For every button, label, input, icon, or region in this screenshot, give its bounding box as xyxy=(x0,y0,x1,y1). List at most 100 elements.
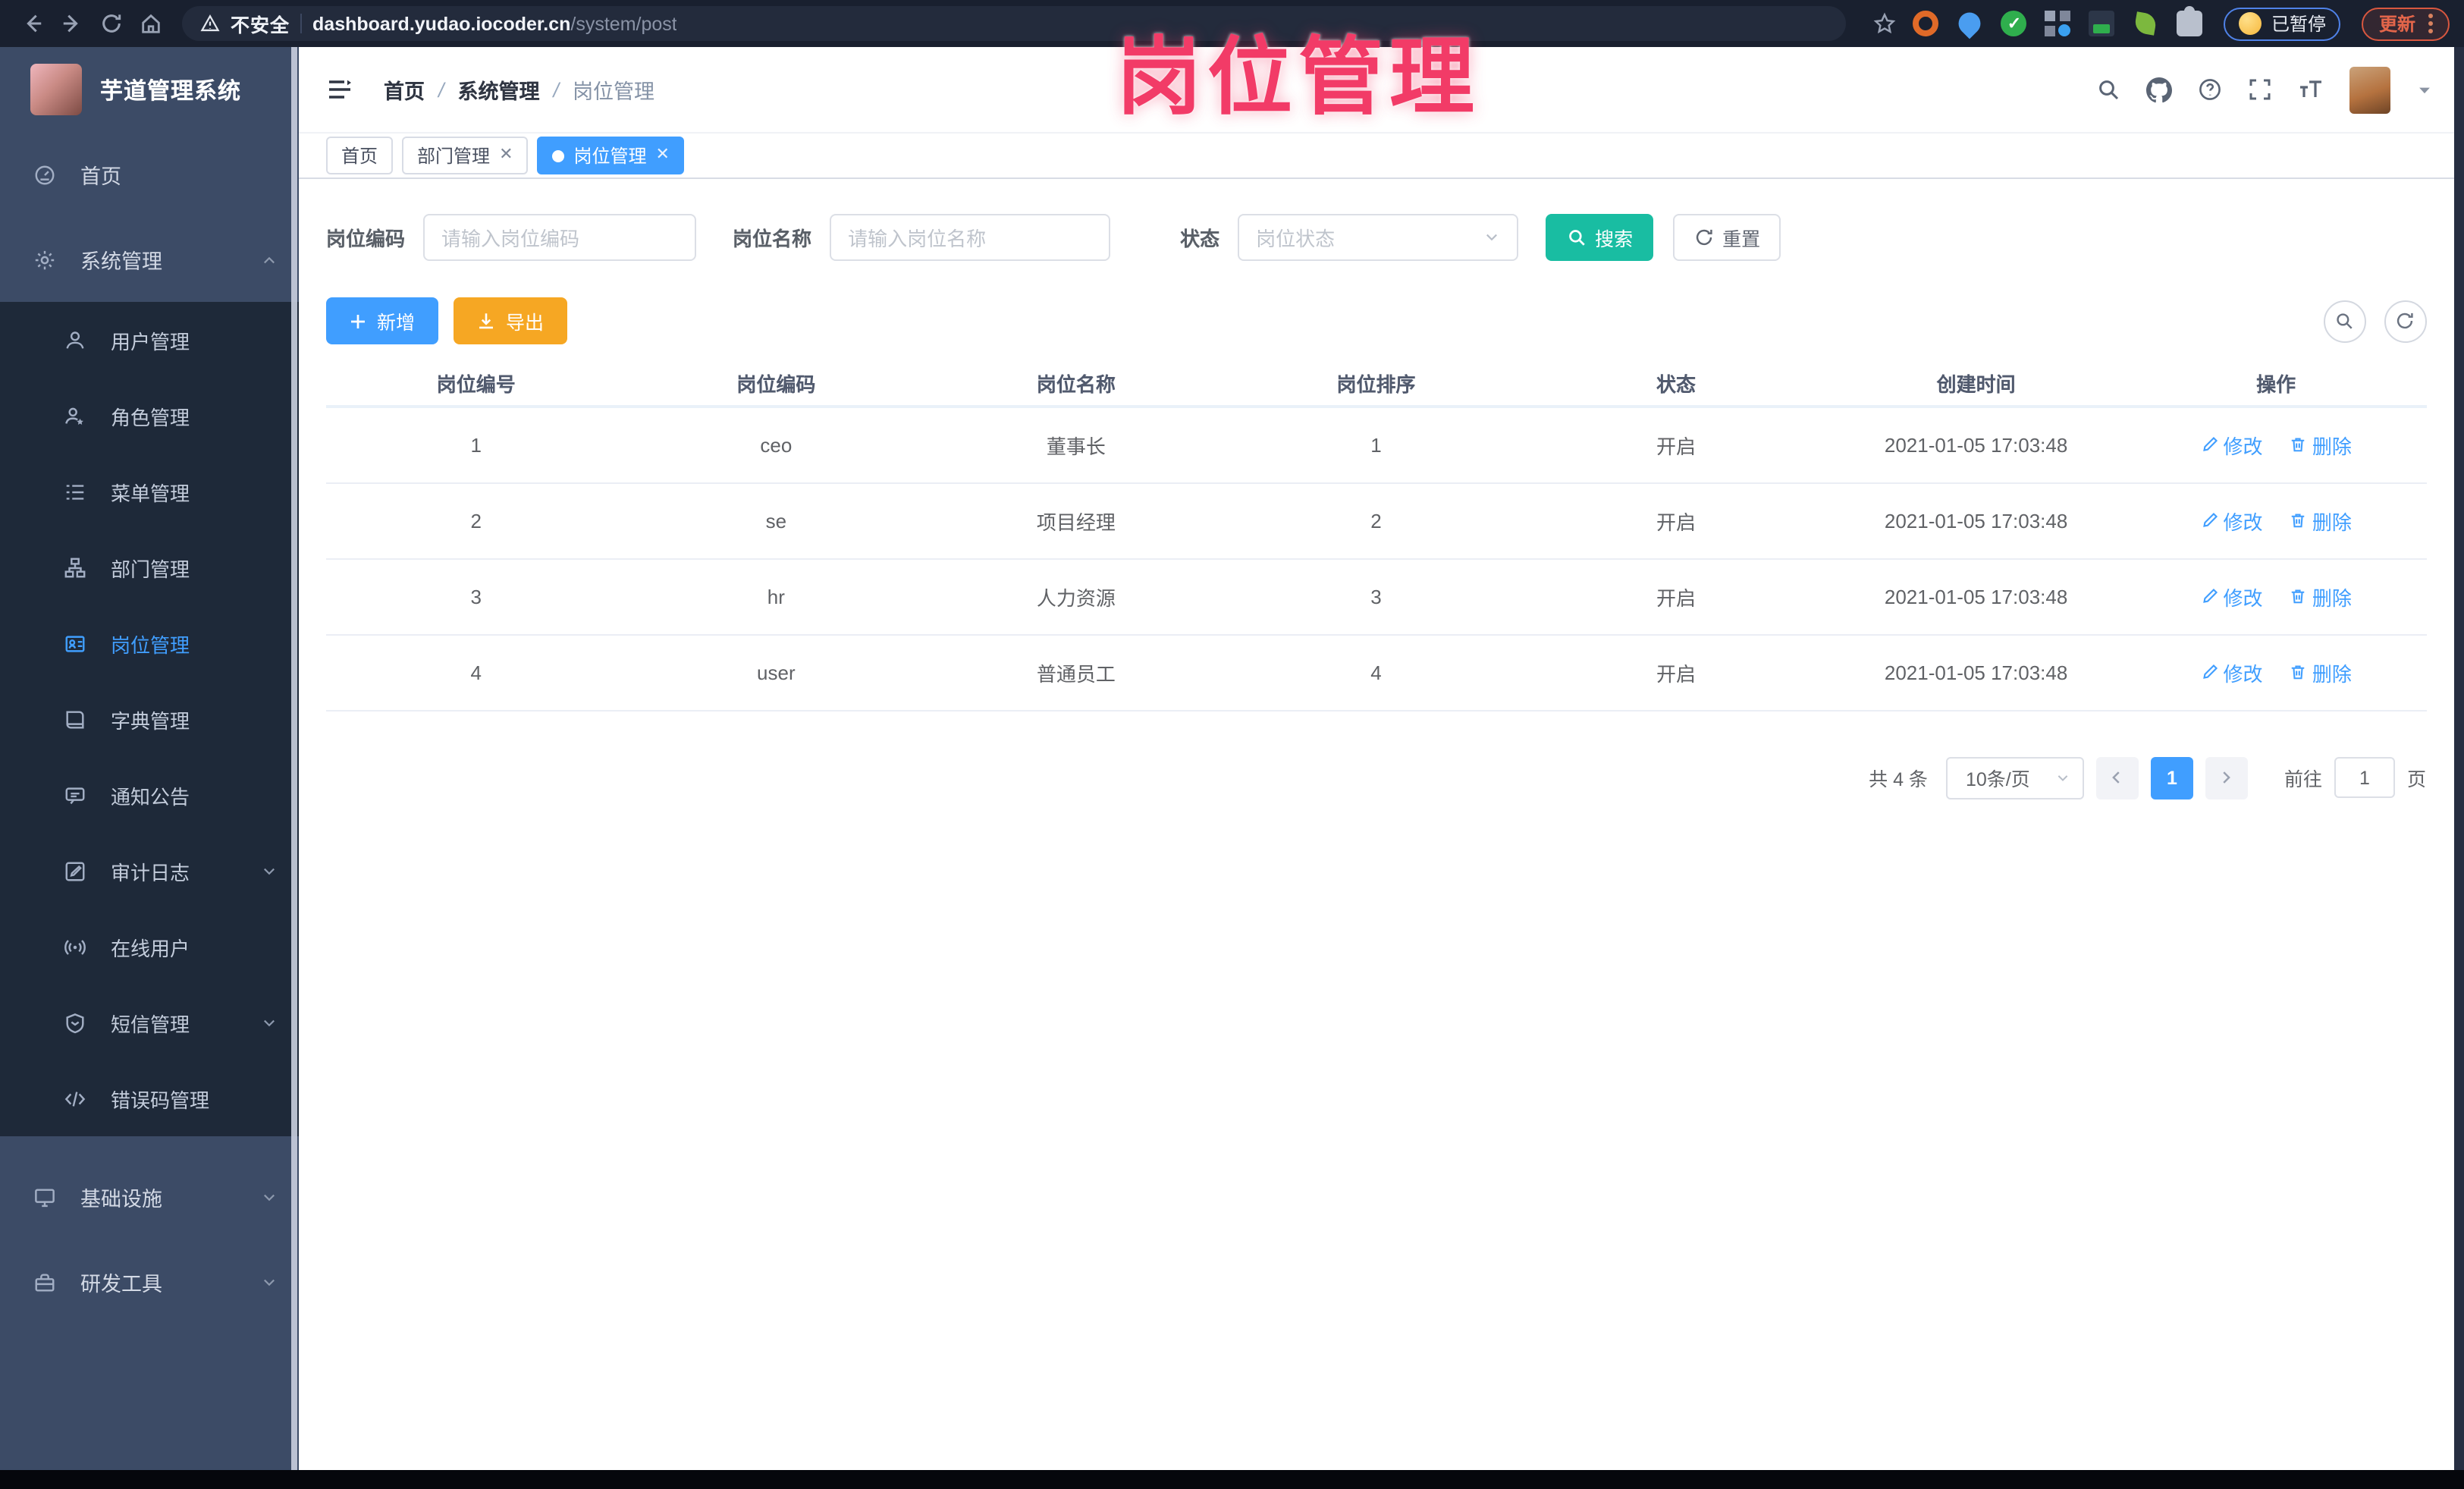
sidebar-item-users[interactable]: 用户管理 xyxy=(0,302,299,378)
sidebar-item-infrastructure[interactable]: 基础设施 xyxy=(0,1154,299,1239)
role-icon xyxy=(64,404,86,427)
goto-page-input[interactable] xyxy=(2334,757,2395,798)
extension-icon-2[interactable] xyxy=(1954,8,1986,39)
table-header-row: 岗位编号 岗位编码 岗位名称 岗位排序 状态 创建时间 操作 xyxy=(326,361,2426,408)
search-icon[interactable] xyxy=(2095,77,2120,102)
browser-toolbar: 不安全 dashboard.yudao.iocoder.cn/system/po… xyxy=(0,0,2464,47)
breadcrumb-system[interactable]: 系统管理 xyxy=(458,74,540,105)
sidebar-item-notices[interactable]: 通知公告 xyxy=(0,757,299,833)
edit-link[interactable]: 修改 xyxy=(2201,431,2263,460)
add-button[interactable]: 新增 xyxy=(326,297,438,344)
app-logo-row[interactable]: 芋道管理系统 xyxy=(0,47,299,132)
extension-icon-6[interactable] xyxy=(2134,11,2158,36)
export-button[interactable]: 导出 xyxy=(454,297,567,344)
tab-home[interactable]: 首页 xyxy=(326,137,394,174)
code-icon xyxy=(64,1087,86,1110)
fullscreen-icon[interactable] xyxy=(2247,77,2271,102)
reload-icon[interactable] xyxy=(94,7,127,40)
sidebar-scrollbar[interactable] xyxy=(291,47,297,1470)
chevron-down-icon xyxy=(261,1189,278,1205)
help-icon[interactable] xyxy=(2197,77,2221,102)
tab-posts[interactable]: 岗位管理 ✕ xyxy=(537,137,685,174)
prev-page-button[interactable] xyxy=(2095,756,2139,799)
close-icon[interactable]: ✕ xyxy=(656,146,670,164)
refresh-button[interactable] xyxy=(2384,300,2426,342)
collapse-sidebar-icon[interactable] xyxy=(326,76,353,103)
sidebar-item-error-codes[interactable]: 错误码管理 xyxy=(0,1060,299,1136)
delete-link[interactable]: 删除 xyxy=(2290,658,2352,686)
table-row[interactable]: 2 se 项目经理 2 开启 2021-01-05 17:03:48 修改 删除 xyxy=(326,482,2426,559)
chevron-down-icon xyxy=(261,862,278,879)
sidebar: 芋道管理系统 首页 系统管理 用户管理 角色管理 菜单管理 部门管理 岗位管理 … xyxy=(0,47,299,1470)
delete-link[interactable]: 删除 xyxy=(2290,431,2352,460)
sidebar-item-dictionary[interactable]: 字典管理 xyxy=(0,681,299,757)
delete-link[interactable]: 删除 xyxy=(2290,582,2352,611)
post-name-label: 岗位名称 xyxy=(733,228,812,250)
sidebar-item-departments[interactable]: 部门管理 xyxy=(0,529,299,605)
page-suffix: 页 xyxy=(2406,769,2426,790)
extension-icon-4[interactable] xyxy=(2045,11,2071,36)
breadcrumb-home[interactable]: 首页 xyxy=(384,74,425,105)
toggle-search-button[interactable] xyxy=(2323,300,2365,342)
online-signal-icon xyxy=(64,935,86,958)
extension-icon-3[interactable]: ✓ xyxy=(2001,11,2027,36)
browser-menu-icon[interactable] xyxy=(2428,14,2432,33)
font-size-icon[interactable] xyxy=(2297,77,2323,102)
page-size-select[interactable]: 10条/页 xyxy=(1945,756,2084,799)
chrome-update-button[interactable]: 更新 xyxy=(2362,7,2449,40)
back-icon[interactable] xyxy=(15,7,49,40)
edit-link[interactable]: 修改 xyxy=(2201,506,2263,535)
delete-link[interactable]: 删除 xyxy=(2290,506,2352,535)
table-row[interactable]: 4 user 普通员工 4 开启 2021-01-05 17:03:48 修改 … xyxy=(326,634,2426,711)
close-icon[interactable]: ✕ xyxy=(499,146,513,164)
sidebar-item-system[interactable]: 系统管理 xyxy=(0,217,299,302)
table-row[interactable]: 1 ceo 董事长 1 开启 2021-01-05 17:03:48 修改 删除 xyxy=(326,407,2426,483)
edit-link[interactable]: 修改 xyxy=(2201,658,2263,686)
forward-icon[interactable] xyxy=(55,7,88,40)
tab-departments[interactable]: 部门管理 ✕ xyxy=(402,137,529,174)
browser-window: 岗位管理 不安全 dashboard.yudao.iocoder.cn/syst… xyxy=(0,0,2464,1489)
breadcrumb-current: 岗位管理 xyxy=(573,80,655,103)
sidebar-item-posts[interactable]: 岗位管理 xyxy=(0,605,299,681)
github-icon[interactable] xyxy=(2145,77,2171,102)
status-text: 开启 xyxy=(1526,482,1826,559)
home-icon[interactable] xyxy=(133,7,167,40)
page-number-current[interactable]: 1 xyxy=(2150,756,2193,799)
active-dot xyxy=(552,149,565,162)
table-row[interactable]: 3 hr 人力资源 3 开启 2021-01-05 17:03:48 修改 删除 xyxy=(326,558,2426,635)
security-label[interactable]: 不安全 xyxy=(231,9,290,38)
gear-icon xyxy=(33,248,56,271)
sidebar-item-home[interactable]: 首页 xyxy=(0,132,299,217)
url-path: /system/post xyxy=(570,13,677,34)
total-count: 共 4 条 xyxy=(1869,769,1928,790)
address-bar[interactable]: 不安全 dashboard.yudao.iocoder.cn/system/po… xyxy=(182,6,1847,41)
page-content: 岗位编码 请输入岗位编码 岗位名称 请输入岗位名称 状态 岗位状态 搜索 重置 … xyxy=(299,179,2453,1470)
sidebar-item-online-users[interactable]: 在线用户 xyxy=(0,909,299,985)
search-button[interactable]: 搜索 xyxy=(1546,214,1654,261)
edit-link[interactable]: 修改 xyxy=(2201,582,2263,611)
system-submenu: 用户管理 角色管理 菜单管理 部门管理 岗位管理 字典管理 通知公告 审计日志 … xyxy=(0,302,299,1136)
sidebar-item-dev-tools[interactable]: 研发工具 xyxy=(0,1239,299,1324)
extension-icon-5[interactable] xyxy=(2089,11,2115,36)
user-menu-caret-icon[interactable] xyxy=(2415,81,2432,98)
chevron-down-icon xyxy=(1483,229,1500,246)
sidebar-item-sms[interactable]: 短信管理 xyxy=(0,985,299,1060)
sidebar-item-menus[interactable]: 菜单管理 xyxy=(0,454,299,529)
avatar[interactable] xyxy=(2349,66,2390,113)
window-scrollbar[interactable] xyxy=(2453,47,2464,1470)
sidebar-item-audit-log[interactable]: 审计日志 xyxy=(0,833,299,909)
post-name-input[interactable]: 请输入岗位名称 xyxy=(830,214,1111,261)
search-form: 岗位编码 请输入岗位编码 岗位名称 请输入岗位名称 状态 岗位状态 搜索 重置 xyxy=(326,214,2426,261)
update-label: 更新 xyxy=(2378,14,2415,35)
bookmark-star-icon[interactable] xyxy=(1868,7,1901,40)
sidebar-item-roles[interactable]: 角色管理 xyxy=(0,378,299,454)
extensions-puzzle-icon[interactable] xyxy=(2177,6,2203,36)
paused-extension-badge[interactable]: 已暂停 xyxy=(2224,7,2341,40)
reset-button[interactable]: 重置 xyxy=(1673,214,1781,261)
next-page-button[interactable] xyxy=(2205,756,2248,799)
status-select[interactable]: 岗位状态 xyxy=(1238,214,1519,261)
extension-icon-1[interactable] xyxy=(1913,11,1939,36)
emoji-icon xyxy=(2239,12,2262,35)
post-code-input[interactable]: 请输入岗位编码 xyxy=(423,214,697,261)
url-text[interactable]: dashboard.yudao.iocoder.cn/system/post xyxy=(312,10,677,37)
